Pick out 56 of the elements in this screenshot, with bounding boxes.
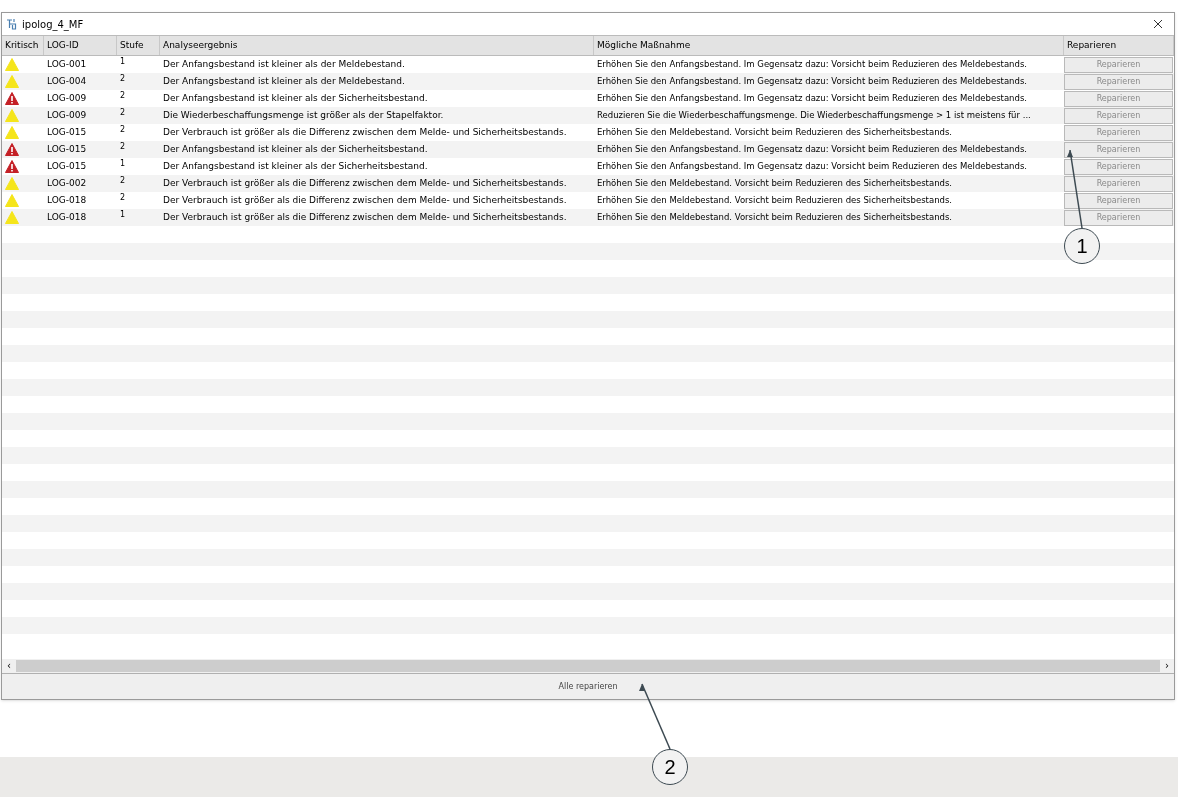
- column-header[interactable]: Reparieren: [1064, 36, 1174, 55]
- table-cell-text: 2: [119, 73, 127, 85]
- app-icon: [6, 18, 18, 30]
- table-cell-text: 2: [119, 141, 127, 153]
- table-cell-text: Der Verbrauch ist größer als die Differenz zwischen dem Melde- und Sicherheitsbestands.: [162, 125, 568, 139]
- table-cell-text: 1: [119, 56, 127, 68]
- table-cell-text: Die Wiederbeschaffungsmenge ist größer als der Stapelfaktor.: [162, 108, 445, 122]
- table-cell-text: LOG-018: [46, 210, 88, 224]
- table-cell-text: Der Anfangsbestand ist kleiner als der Meldebestand.: [162, 57, 406, 71]
- column-header[interactable]: LOG-ID: [44, 36, 117, 55]
- close-icon: [1153, 19, 1163, 29]
- table-cell-text: LOG-004: [46, 74, 88, 88]
- table-cell-text: 2: [119, 175, 127, 187]
- table-cell-text: Erhöhen Sie den Meldebestand. Vorsicht beim Reduzieren des Sicherheitsbestands.: [596, 211, 954, 224]
- table-cell-text: LOG-015: [46, 142, 88, 156]
- table-cell-text: Erhöhen Sie den Anfangsbestand. Im Gegensatz dazu: Vorsicht beim Reduzieren des Meldebestands.: [596, 92, 1028, 105]
- table-cell-text: Der Verbrauch ist größer als die Differenz zwischen dem Melde- und Sicherheitsbestands.: [162, 193, 568, 207]
- window-title: ipolog_4_MF: [22, 17, 84, 32]
- table-cell-text: Erhöhen Sie den Meldebestand. Vorsicht beim Reduzieren des Sicherheitsbestands.: [596, 194, 954, 207]
- horizontal-scrollbar[interactable]: ‹ ›: [2, 659, 1174, 673]
- leader-line: [638, 682, 674, 751]
- scrollbar-thumb[interactable]: [16, 660, 1160, 672]
- table-cell-text: Der Verbrauch ist größer als die Differenz zwischen dem Melde- und Sicherheitsbestands.: [162, 210, 568, 224]
- table-cell-text: Erhöhen Sie den Anfangsbestand. Im Gegensatz dazu: Vorsicht beim Reduzieren des Meldebestands.: [596, 143, 1028, 156]
- column-header[interactable]: Analyseergebnis: [160, 36, 594, 55]
- table-cell-text: Erhöhen Sie den Anfangsbestand. Im Gegensatz dazu: Vorsicht beim Reduzieren des Meldebestands.: [596, 58, 1028, 71]
- scroll-right-button[interactable]: ›: [1160, 660, 1174, 672]
- table-cell-text: LOG-015: [46, 125, 88, 139]
- column-header[interactable]: Kritisch: [2, 36, 44, 55]
- table-cell-text: Der Verbrauch ist größer als die Differenz zwischen dem Melde- und Sicherheitsbestands.: [162, 176, 568, 190]
- table-cell-text: Der Anfangsbestand ist kleiner als der Sicherheitsbestand.: [162, 142, 429, 156]
- table-cell-text: LOG-001: [46, 57, 88, 71]
- table-cell-text: Erhöhen Sie den Anfangsbestand. Im Gegensatz dazu: Vorsicht beim Reduzieren des Meldebestands.: [596, 160, 1028, 173]
- table-cell-text: 1: [119, 158, 127, 170]
- table-cell-text: 2: [119, 90, 127, 102]
- table-cell-text: 1: [119, 209, 127, 221]
- scroll-left-button[interactable]: ‹: [2, 660, 16, 672]
- table-cell-text: Reduzieren Sie die Wiederbeschaffungsmenge. Die Wiederbeschaffungsmenge > 1 ist meistens für ...: [596, 109, 1032, 122]
- repair-all-button[interactable]: Alle reparieren: [2, 673, 1174, 699]
- column-header[interactable]: Mögliche Maßnahme: [594, 36, 1064, 55]
- table-cell-text: LOG-002: [46, 176, 88, 190]
- table-cell-text: Der Anfangsbestand ist kleiner als der Sicherheitsbestand.: [162, 159, 429, 173]
- table-cell-text: Erhöhen Sie den Anfangsbestand. Im Gegensatz dazu: Vorsicht beim Reduzieren des Meldebestands.: [596, 75, 1028, 88]
- table-cell-text: Erhöhen Sie den Meldebestand. Vorsicht beim Reduzieren des Sicherheitsbestands.: [596, 126, 954, 139]
- table-cell-text: Der Anfangsbestand ist kleiner als der Meldebestand.: [162, 74, 406, 88]
- table-cell-text: LOG-018: [46, 193, 88, 207]
- table-cell-text: Erhöhen Sie den Meldebestand. Vorsicht beim Reduzieren des Sicherheitsbestands.: [596, 177, 954, 190]
- table-cell-text: LOG-009: [46, 108, 88, 122]
- column-header[interactable]: Stufe: [117, 36, 160, 55]
- table-cell-text: 2: [119, 107, 127, 119]
- table-cell-text: 2: [119, 124, 127, 136]
- table-cell-text: LOG-015: [46, 159, 88, 173]
- table-cell-text: Der Anfangsbestand ist kleiner als der Sicherheitsbestand.: [162, 91, 429, 105]
- callout-number: 2: [652, 749, 688, 785]
- table-cell-text: 2: [119, 192, 127, 204]
- table-cell-text: LOG-009: [46, 91, 88, 105]
